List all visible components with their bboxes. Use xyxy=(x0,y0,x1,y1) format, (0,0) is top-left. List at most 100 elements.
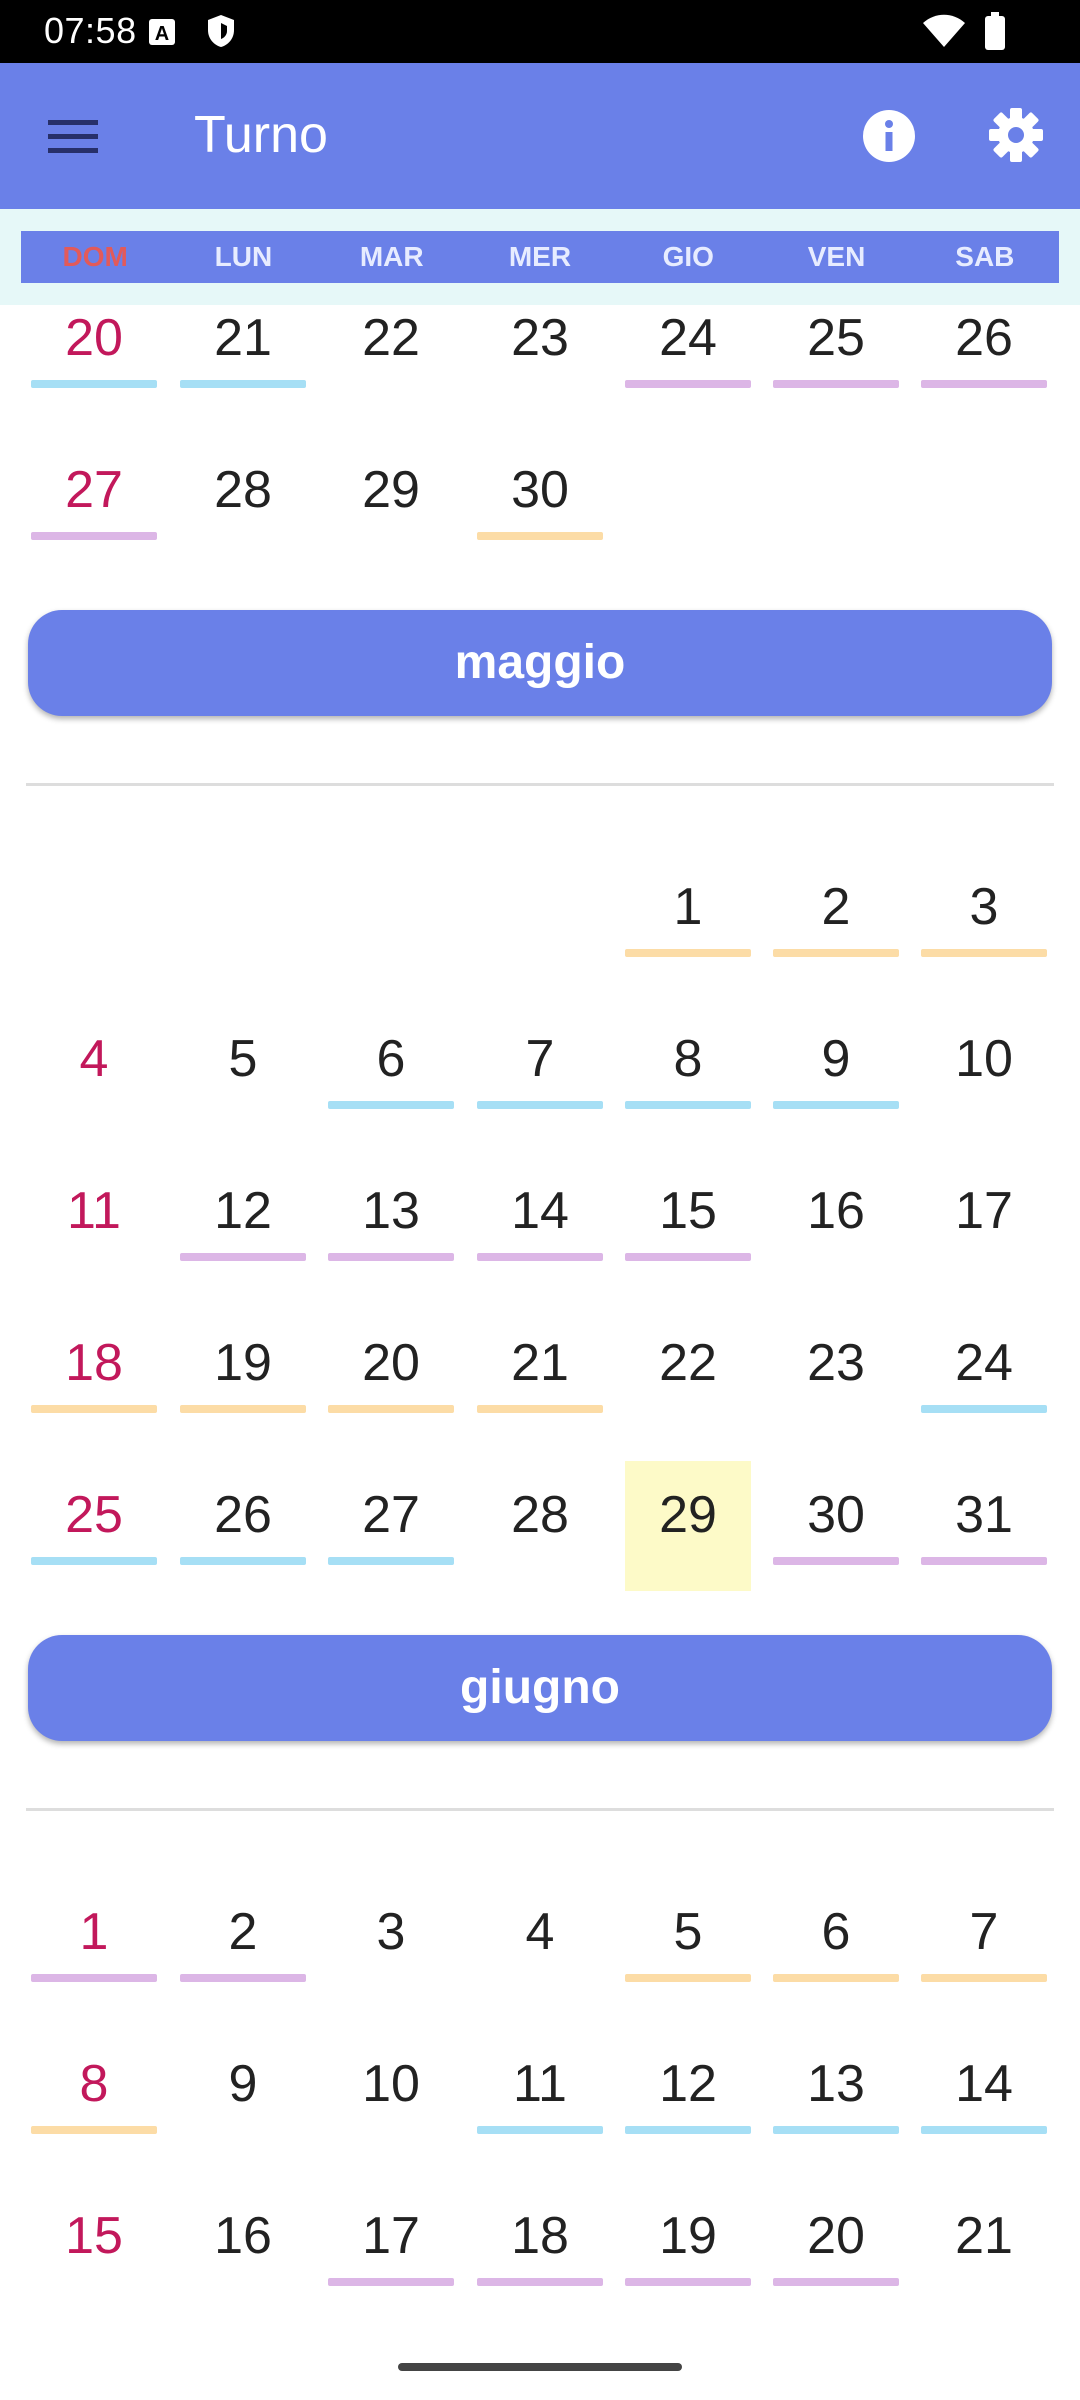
calendar-day[interactable]: 12 xyxy=(625,2054,751,2114)
calendar-day[interactable]: 11 xyxy=(31,1181,157,1241)
calendar-day[interactable]: 31 xyxy=(921,1485,1047,1545)
month-divider xyxy=(26,1808,1054,1811)
calendar-day[interactable]: 25 xyxy=(31,1485,157,1545)
calendar-day[interactable]: 28 xyxy=(180,460,306,520)
month-button-giugno[interactable]: giugno xyxy=(28,1635,1052,1741)
calendar-day[interactable]: 27 xyxy=(31,460,157,520)
shift-indicator-purple xyxy=(31,532,157,540)
calendar-day[interactable]: 18 xyxy=(477,2206,603,2266)
shift-indicator-purple xyxy=(625,380,751,388)
calendar-day[interactable]: 14 xyxy=(477,1181,603,1241)
weekday-gio: GIO xyxy=(662,241,714,272)
calendar-day[interactable]: 21 xyxy=(921,2206,1047,2266)
weekday-dom: DOM xyxy=(62,241,128,272)
gear-icon[interactable] xyxy=(988,107,1044,163)
calendar-day[interactable]: 9 xyxy=(773,1029,899,1089)
calendar-day[interactable]: 2 xyxy=(180,1902,306,1962)
shift-indicator-cyan xyxy=(773,1101,899,1109)
calendar-day[interactable]: 18 xyxy=(31,1333,157,1393)
calendar-day[interactable]: 23 xyxy=(773,1333,899,1393)
calendar-day[interactable]: 2 xyxy=(773,877,899,937)
calendar-day[interactable]: 13 xyxy=(328,1181,454,1241)
shift-indicator-purple xyxy=(31,1974,157,1982)
calendar-day[interactable]: 1 xyxy=(625,877,751,937)
shift-indicator-cyan xyxy=(328,1101,454,1109)
info-icon[interactable] xyxy=(862,109,916,163)
calendar-day[interactable]: 13 xyxy=(773,2054,899,2114)
shield-icon xyxy=(208,15,234,47)
calendar-day[interactable]: 15 xyxy=(625,1181,751,1241)
weekday-sab: SAB xyxy=(955,241,1015,272)
weekday-mar: MAR xyxy=(359,241,424,272)
calendar-day[interactable]: 8 xyxy=(625,1029,751,1089)
shift-indicator-purple xyxy=(921,380,1047,388)
calendar-day[interactable]: 3 xyxy=(328,1902,454,1962)
calendar-day[interactable]: 19 xyxy=(180,1333,306,1393)
status-bar: 07:58 A xyxy=(0,0,1080,63)
app-title: Turno xyxy=(194,106,328,164)
home-indicator[interactable] xyxy=(398,2363,682,2371)
calendar-day[interactable]: 6 xyxy=(328,1029,454,1089)
menu-icon[interactable] xyxy=(48,118,98,154)
shift-indicator-cyan xyxy=(31,380,157,388)
shift-indicator-orange xyxy=(921,1974,1047,1982)
calendar-day[interactable]: 28 xyxy=(477,1485,603,1545)
shift-indicator-orange xyxy=(31,1405,157,1413)
calendar-day[interactable]: 23 xyxy=(477,308,603,368)
calendar-day[interactable]: 30 xyxy=(477,460,603,520)
calendar-day[interactable]: 21 xyxy=(180,308,306,368)
calendar-day[interactable]: 24 xyxy=(921,1333,1047,1393)
calendar-day[interactable]: 26 xyxy=(921,308,1047,368)
shift-indicator-cyan xyxy=(477,1101,603,1109)
shift-indicator-cyan xyxy=(625,1101,751,1109)
calendar-day[interactable]: 26 xyxy=(180,1485,306,1545)
calendar-day[interactable]: 3 xyxy=(921,877,1047,937)
shift-indicator-cyan xyxy=(921,2126,1047,2134)
calendar-day[interactable]: 17 xyxy=(328,2206,454,2266)
calendar-day[interactable]: 12 xyxy=(180,1181,306,1241)
shift-indicator-cyan xyxy=(921,1405,1047,1413)
calendar-day[interactable]: 5 xyxy=(180,1029,306,1089)
calendar-day[interactable]: 29 xyxy=(328,460,454,520)
calendar-day[interactable]: 24 xyxy=(625,308,751,368)
calendar-day[interactable]: 10 xyxy=(328,2054,454,2114)
calendar-day[interactable]: 30 xyxy=(773,1485,899,1545)
calendar-day[interactable]: 17 xyxy=(921,1181,1047,1241)
calendar-day[interactable]: 1 xyxy=(31,1902,157,1962)
calendar-day[interactable]: 6 xyxy=(773,1902,899,1962)
calendar-day[interactable]: 22 xyxy=(625,1333,751,1393)
shift-indicator-purple xyxy=(328,2278,454,2286)
calendar-day[interactable]: 4 xyxy=(477,1902,603,1962)
calendar-day[interactable]: 19 xyxy=(625,2206,751,2266)
calendar-day[interactable]: 16 xyxy=(773,1181,899,1241)
calendar-day[interactable]: 20 xyxy=(773,2206,899,2266)
calendar-day[interactable]: 27 xyxy=(328,1485,454,1545)
shift-indicator-purple xyxy=(625,1253,751,1261)
shift-indicator-cyan xyxy=(328,1557,454,1565)
calendar-day[interactable]: 7 xyxy=(921,1902,1047,1962)
month-divider xyxy=(26,783,1054,786)
calendar-day[interactable]: 11 xyxy=(477,2054,603,2114)
calendar-day[interactable]: 8 xyxy=(31,2054,157,2114)
calendar-day[interactable]: 7 xyxy=(477,1029,603,1089)
calendar-day[interactable]: 29 xyxy=(625,1485,751,1545)
calendar-day[interactable]: 14 xyxy=(921,2054,1047,2114)
shift-indicator-orange xyxy=(31,2126,157,2134)
calendar-day[interactable]: 10 xyxy=(921,1029,1047,1089)
calendar-day[interactable]: 21 xyxy=(477,1333,603,1393)
calendar-day[interactable]: 22 xyxy=(328,308,454,368)
battery-icon xyxy=(985,12,1005,50)
calendar-day[interactable]: 5 xyxy=(625,1902,751,1962)
shift-indicator-orange xyxy=(921,949,1047,957)
shift-indicator-orange xyxy=(477,1405,603,1413)
calendar-day[interactable]: 4 xyxy=(31,1029,157,1089)
calendar-day[interactable]: 25 xyxy=(773,308,899,368)
calendar-day[interactable]: 20 xyxy=(31,308,157,368)
svg-text:A: A xyxy=(155,23,169,45)
calendar-day[interactable]: 20 xyxy=(328,1333,454,1393)
calendar-day[interactable]: 15 xyxy=(31,2206,157,2266)
status-time: 07:58 xyxy=(44,10,137,51)
month-button-maggio[interactable]: maggio xyxy=(28,610,1052,716)
calendar-day[interactable]: 9 xyxy=(180,2054,306,2114)
calendar-day[interactable]: 16 xyxy=(180,2206,306,2266)
